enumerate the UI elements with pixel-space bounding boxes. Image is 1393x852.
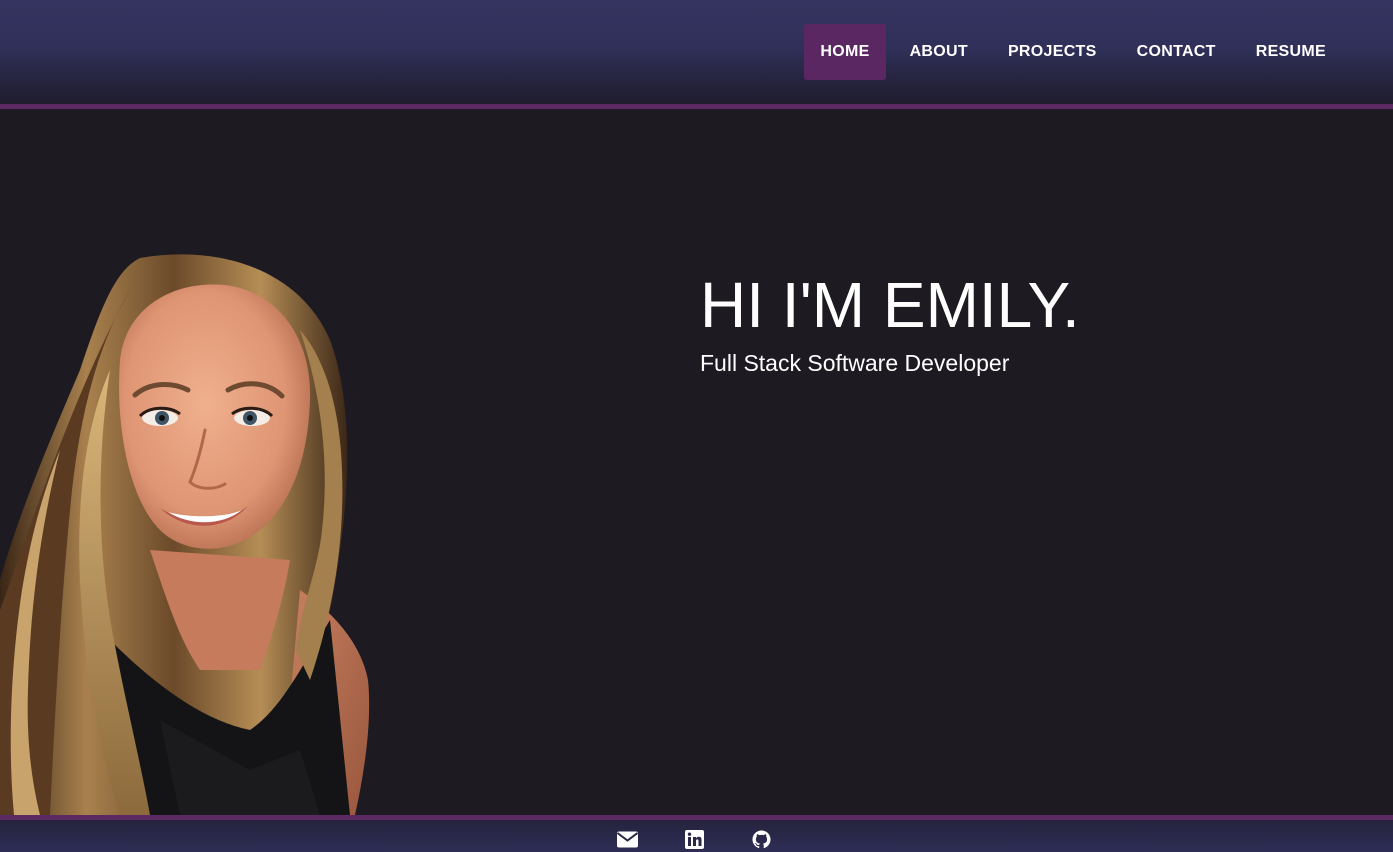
linkedin-icon[interactable] [684,830,705,849]
envelope-icon[interactable] [617,830,638,849]
header-divider [0,104,1393,109]
site-footer [0,820,1393,852]
nav-resume-link[interactable]: RESUME [1240,24,1342,80]
nav-projects-link[interactable]: PROJECTS [992,24,1113,80]
portfolio-page: HOME ABOUT PROJECTS CONTACT RESUME HI I'… [0,0,1393,852]
nav-about-link[interactable]: ABOUT [894,24,984,80]
github-icon[interactable] [751,830,772,849]
hero-subtitle: Full Stack Software Developer [700,350,1010,376]
site-header: HOME ABOUT PROJECTS CONTACT RESUME [0,0,1393,104]
profile-photo [0,254,370,815]
nav-contact-link[interactable]: CONTACT [1121,24,1232,80]
hero-intro: HI I'M EMILY. Full Stack Software Develo… [700,268,1340,378]
social-links [617,830,772,849]
main-nav: HOME ABOUT PROJECTS CONTACT RESUME [804,24,1342,80]
nav-home-link[interactable]: HOME [804,24,886,80]
hero-title: HI I'M EMILY. [700,269,1080,341]
